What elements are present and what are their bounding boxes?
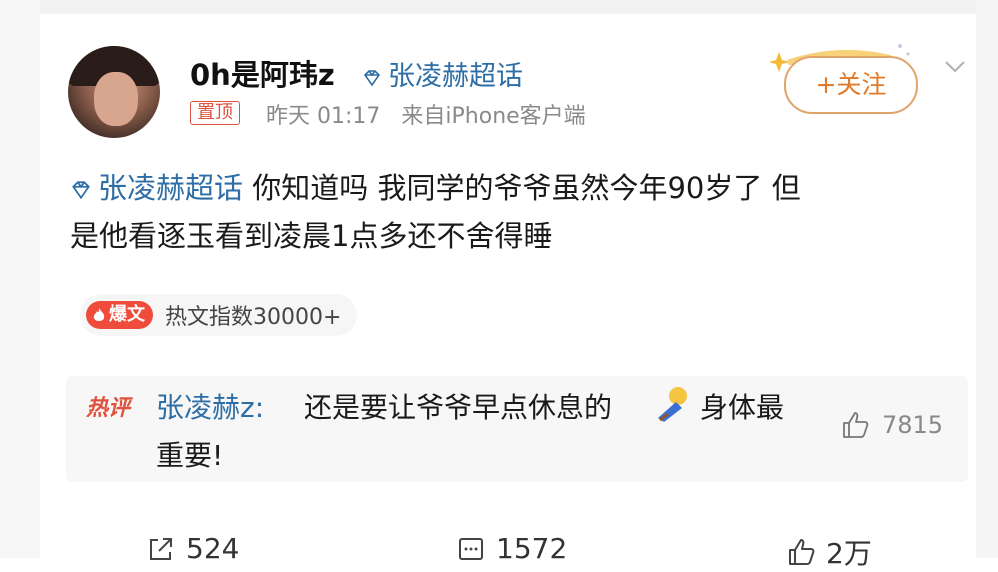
comment-button[interactable]: 1572 (456, 532, 567, 565)
avatar-face (94, 72, 138, 126)
thumb-up-icon (843, 412, 869, 438)
like-count: 2万 (826, 537, 872, 570)
hot-comment-label: 热评 (86, 396, 131, 421)
topic-link-label: 张凌赫超话 (388, 61, 523, 92)
hot-index-pill[interactable]: 爆文 热文指数30000+ (80, 294, 358, 336)
topic-link[interactable]: 张凌赫超话 (362, 54, 523, 93)
chevron-down-icon[interactable] (944, 60, 966, 74)
left-margin (0, 0, 40, 558)
comment-like-button[interactable]: 7815 (840, 410, 943, 440)
post-text-line2: 是他看逐玉看到凌晨1点多还不舍得睡 (70, 219, 553, 253)
diamond-gem-icon (363, 69, 381, 86)
post-body: 张凌赫超话 你知道吗 我同学的爷爷虽然今年90岁了 但 是他看逐玉看到凌晨1点多… (70, 164, 970, 260)
share-icon (150, 537, 172, 560)
like-button[interactable]: 2万 (786, 532, 872, 572)
diamond-gem-icon (72, 181, 90, 200)
repost-count: 524 (186, 532, 240, 565)
comment-icon (459, 537, 483, 560)
comment-username[interactable]: 张凌赫z: (156, 386, 264, 426)
thumb-up-icon (789, 539, 815, 565)
post-topic-link[interactable]: 张凌赫超话 (70, 171, 252, 205)
hot-index-text: 热文指数30000+ (165, 305, 342, 330)
follow-button-wrap[interactable]: +关注 (770, 44, 918, 114)
username[interactable]: 0h是阿玮z (190, 52, 335, 94)
comment-count: 1572 (496, 532, 568, 565)
user-avatar[interactable] (68, 46, 160, 138)
comment-like-count: 7815 (882, 411, 944, 439)
right-margin (976, 0, 998, 558)
post-topic-label: 张凌赫超话 (98, 171, 244, 205)
comment-text-part1: 还是要让爷爷早点休息的 (304, 391, 613, 424)
comment-text-part2: 身体最 (700, 391, 785, 424)
post-time: 昨天 01:17 (266, 104, 381, 129)
post-meta: 昨天 01:17 来自iPhone客户端 (266, 98, 586, 130)
pinned-badge: 置顶 (190, 101, 240, 125)
post-source: 来自iPhone客户端 (401, 104, 586, 129)
top-separator (0, 0, 998, 14)
post-text-line1: 你知道吗 我同学的爷爷虽然今年90岁了 但 (252, 171, 801, 205)
sleep-nightcap-emoji-icon (658, 387, 687, 422)
repost-button[interactable]: 524 (146, 532, 239, 565)
hot-post-tag: 爆文 (86, 301, 153, 329)
comment-text-part3: 重要! (156, 439, 224, 472)
hot-tag-label: 爆文 (109, 304, 145, 325)
flame-icon (93, 308, 105, 321)
follow-button[interactable]: +关注 (784, 56, 918, 114)
